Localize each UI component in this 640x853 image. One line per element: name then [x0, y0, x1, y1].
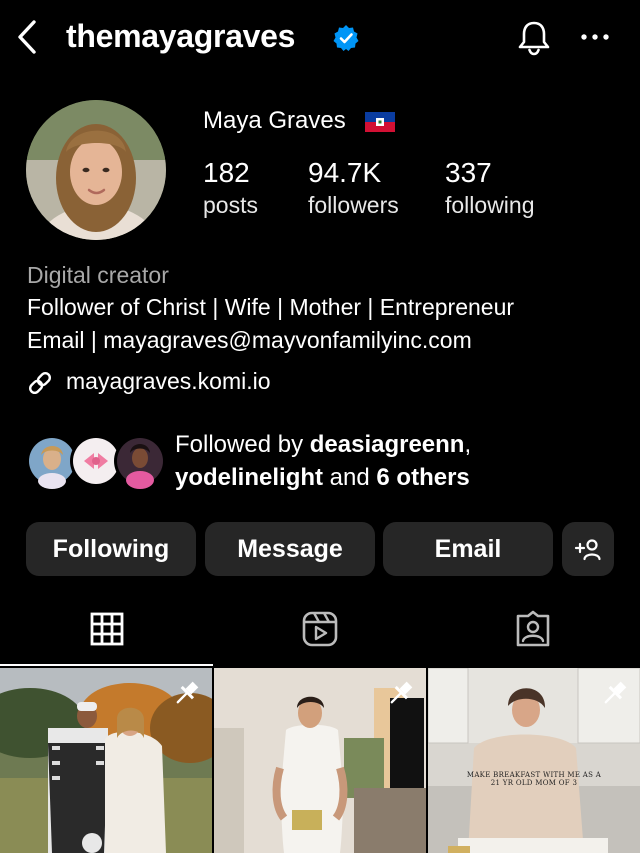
- comma: ,: [464, 431, 472, 458]
- grid-icon: [90, 612, 124, 646]
- verified-badge-icon: [332, 24, 360, 52]
- stat-value: 337: [445, 157, 492, 188]
- more-horizontal-icon: [581, 34, 609, 40]
- message-button[interactable]: Message: [205, 522, 375, 576]
- haiti-flag-icon: [365, 112, 395, 132]
- post-overlay-caption: MAKE BREAKFAST WITH ME AS A: [466, 771, 602, 779]
- reels-icon: [302, 611, 338, 647]
- profile-username: themayagraves: [66, 18, 296, 54]
- stat-label: followers: [308, 192, 399, 218]
- notifications-button[interactable]: [514, 18, 554, 58]
- suggested-accounts-button[interactable]: [562, 522, 614, 576]
- chevron-left-icon: [18, 20, 36, 54]
- stat-value: 94.7K: [308, 157, 382, 188]
- stat-value: 182: [203, 157, 250, 188]
- tab-reels[interactable]: [302, 610, 338, 648]
- tagged-icon: [516, 610, 550, 647]
- stat-following[interactable]: 337 following: [445, 156, 535, 220]
- tab-tagged[interactable]: [515, 610, 551, 648]
- pinned-icon: [600, 678, 630, 708]
- post-thumbnail[interactable]: [0, 668, 212, 853]
- profile-category: Digital creator: [27, 262, 169, 288]
- email-button[interactable]: Email: [383, 522, 553, 576]
- bio-line: Follower of Christ | Wife | Mother | Ent…: [27, 294, 515, 320]
- add-person-icon: [574, 539, 601, 561]
- stat-label: following: [445, 192, 535, 218]
- pinned-icon: [386, 678, 416, 708]
- more-options-button[interactable]: [578, 22, 612, 52]
- back-button[interactable]: [12, 18, 42, 56]
- post-thumbnail[interactable]: [214, 668, 426, 853]
- bio-email-line[interactable]: Email | mayagraves@mayvonfamilyinc.com: [27, 324, 472, 356]
- bell-icon: [518, 21, 550, 56]
- link-icon: [26, 369, 54, 397]
- profile-avatar[interactable]: [26, 100, 166, 240]
- post-thumbnail[interactable]: MAKE BREAKFAST WITH ME AS A 21 YR OLD MO…: [428, 668, 640, 853]
- post-overlay-caption: 21 YR OLD MOM OF 3: [490, 779, 578, 787]
- followed-by-prefix: Followed by: [175, 431, 310, 458]
- stat-followers[interactable]: 94.7K followers: [308, 156, 399, 220]
- profile-link[interactable]: mayagraves.komi.io: [66, 364, 271, 398]
- mutual-followers-avatars[interactable]: [26, 433, 166, 489]
- tab-posts-grid[interactable]: [89, 610, 125, 648]
- mutual-followers-count: 6 others: [376, 464, 470, 491]
- display-name: Maya Graves: [203, 107, 346, 134]
- following-button[interactable]: Following: [26, 522, 196, 576]
- pinned-icon: [172, 678, 202, 708]
- mutual-follower-name: deasiagreenn: [309, 431, 465, 458]
- followed-by-text[interactable]: Followed by deasiagreenn, yodelinelight …: [175, 428, 471, 494]
- stat-posts[interactable]: 182 posts: [203, 156, 258, 220]
- and-text: and: [323, 464, 377, 491]
- active-tab-indicator: [0, 664, 213, 666]
- stat-label: posts: [203, 192, 258, 218]
- mutual-follower-name: yodelinelight: [175, 464, 324, 491]
